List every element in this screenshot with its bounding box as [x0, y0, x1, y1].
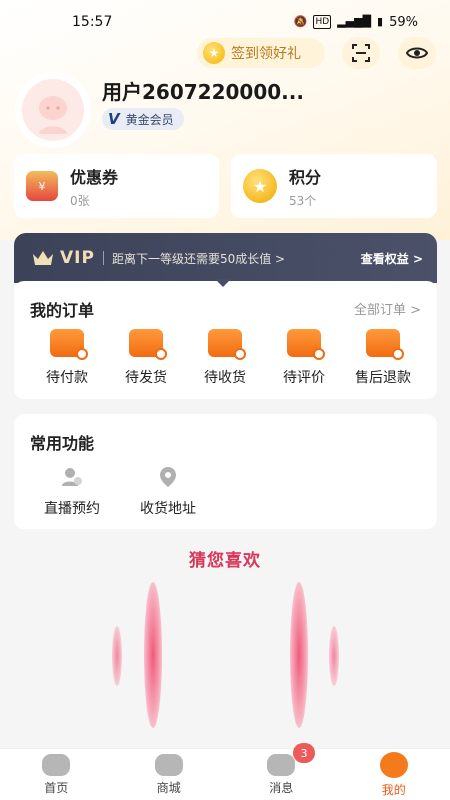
- member-v-icon: V: [108, 110, 120, 128]
- coupon-icon: ¥: [26, 171, 58, 201]
- coin-icon: ★: [203, 42, 225, 64]
- status-icons: 🔕 HD ▂▄▆█ ▮ 59%: [294, 15, 418, 30]
- signin-label: 签到领好礼: [231, 46, 301, 62]
- points-icon-glyph: ★: [252, 176, 268, 196]
- loading-bar: [329, 626, 339, 686]
- shop-icon: [154, 754, 183, 776]
- order-label: 待付款: [46, 370, 88, 386]
- visibility-button[interactable]: [398, 37, 436, 69]
- order-label: 售后退款: [355, 370, 411, 386]
- all-orders-link[interactable]: 全部订单 >: [354, 299, 421, 318]
- order-refund[interactable]: 售后退款: [343, 329, 423, 387]
- status-time: 15:57: [72, 14, 113, 30]
- points-title: 积分: [289, 167, 322, 187]
- tab-home[interactable]: 首页: [0, 749, 113, 800]
- profile-icon: [379, 752, 408, 778]
- tab-label: 商城: [156, 781, 181, 795]
- eye-icon: [406, 47, 428, 59]
- signin-button[interactable]: ★ 签到领好礼: [197, 38, 325, 68]
- scan-icon: [352, 44, 370, 62]
- function-label: 直播预约: [44, 501, 100, 517]
- coupon-icon-glyph: ¥: [38, 179, 46, 193]
- tab-label: 消息: [269, 781, 294, 795]
- function-live-reservation[interactable]: 直播预约: [44, 466, 100, 518]
- message-icon: [267, 754, 296, 776]
- vip-banner[interactable]: VIP 距离下一等级还需要50成长值 > 查看权益 >: [14, 233, 437, 283]
- tab-label: 我的: [381, 783, 406, 797]
- member-level-badge[interactable]: V 黄金会员: [102, 108, 184, 130]
- coupons-count: 0张: [70, 193, 90, 208]
- loading-bar: [112, 626, 122, 686]
- order-pending-review[interactable]: 待评价: [264, 329, 344, 387]
- home-icon: [42, 754, 71, 776]
- username[interactable]: 用户2607220000...: [102, 76, 304, 105]
- vip-progress-text: 距离下一等级还需要50成长值 >: [111, 251, 286, 266]
- points-coin-icon: ★: [243, 169, 277, 203]
- avatar-icon: [22, 79, 84, 141]
- orders-title: 我的订单: [30, 301, 95, 320]
- vip-notch: [215, 279, 231, 287]
- order-label: 待评价: [283, 370, 325, 386]
- tab-label: 首页: [44, 781, 69, 795]
- scan-button[interactable]: [342, 37, 380, 69]
- refund-icon: [366, 329, 404, 360]
- coupons-card[interactable]: ¥ 优惠券 0张: [14, 154, 219, 218]
- points-count: 53个: [289, 193, 317, 208]
- function-label: 收货地址: [140, 501, 196, 517]
- order-pending-receipt[interactable]: 待收货: [185, 329, 265, 387]
- wallet-icon: [50, 329, 88, 360]
- function-shipping-address[interactable]: 收货地址: [140, 466, 196, 518]
- vip-benefits-link[interactable]: 查看权益 >: [361, 250, 423, 267]
- coupons-title: 优惠券: [70, 167, 119, 187]
- loading-bar: [290, 582, 308, 728]
- live-reservation-icon: [62, 468, 82, 486]
- truck-icon: [208, 329, 246, 360]
- message-count-badge: 3: [293, 743, 315, 763]
- bottom-tab-bar: 首页 商城 3 消息 我的: [0, 743, 450, 800]
- tab-shop[interactable]: 商城: [113, 749, 226, 800]
- order-label: 待发货: [125, 370, 167, 386]
- signal-icon: ▂▄▆█: [337, 15, 372, 28]
- crown-icon: [33, 251, 53, 265]
- battery-icon: ▮: [377, 15, 384, 28]
- recommend-title: 猜您喜欢: [189, 551, 261, 571]
- location-pin-icon: [160, 467, 176, 487]
- points-card[interactable]: ★ 积分 53个: [231, 154, 437, 218]
- mute-icon: 🔕: [293, 15, 308, 28]
- vip-divider: [102, 251, 104, 265]
- member-level-label: 黄金会员: [125, 112, 174, 127]
- battery-level: 59%: [389, 14, 418, 30]
- box-icon: [129, 329, 167, 360]
- loading-bar: [144, 582, 162, 728]
- orders-card: 我的订单 全部订单 > 待付款 待发货 待收货 待评价 售后退款: [14, 281, 437, 399]
- order-label: 待收货: [204, 370, 246, 386]
- vip-label: VIP: [60, 248, 95, 268]
- avatar[interactable]: [17, 74, 89, 146]
- order-pending-shipment[interactable]: 待发货: [106, 329, 186, 387]
- common-functions-card: 常用功能 直播预约 收货地址: [14, 414, 437, 529]
- review-icon: [287, 329, 325, 360]
- hd-icon: HD: [313, 15, 332, 29]
- order-pending-payment[interactable]: 待付款: [27, 329, 107, 387]
- tab-messages[interactable]: 3 消息: [225, 743, 338, 800]
- tab-profile[interactable]: 我的: [338, 749, 450, 800]
- functions-title: 常用功能: [30, 434, 95, 453]
